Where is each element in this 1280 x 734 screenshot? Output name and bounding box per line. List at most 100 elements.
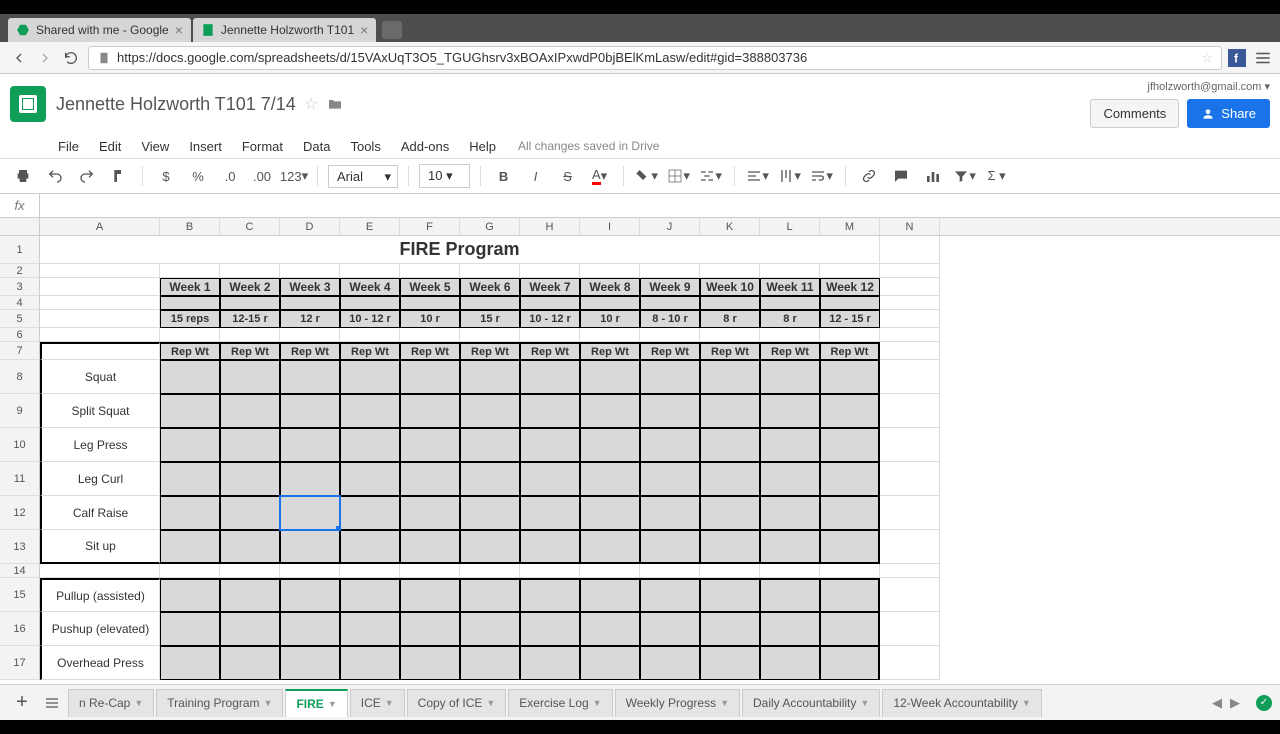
cell[interactable]	[220, 360, 280, 394]
cell[interactable]	[760, 462, 820, 496]
cell[interactable]	[820, 360, 880, 394]
cell[interactable]	[520, 496, 580, 530]
cell[interactable]	[520, 646, 580, 680]
chevron-down-icon[interactable]: ▼	[328, 699, 337, 709]
column-header[interactable]: L	[760, 218, 820, 235]
cell[interactable]	[580, 462, 640, 496]
cell[interactable]	[340, 360, 400, 394]
row-header[interactable]: 4	[0, 296, 40, 310]
cell[interactable]	[880, 264, 940, 278]
sheet-tab[interactable]: Exercise Log▼	[508, 689, 612, 717]
row-header[interactable]: 17	[0, 646, 40, 680]
column-header[interactable]: D	[280, 218, 340, 235]
cell[interactable]	[520, 462, 580, 496]
menu-insert[interactable]: Insert	[179, 135, 232, 158]
merge-icon[interactable]: ▾	[698, 163, 724, 189]
cell[interactable]	[160, 530, 220, 564]
cell[interactable]	[880, 496, 940, 530]
cell[interactable]	[820, 612, 880, 646]
cell[interactable]	[640, 296, 700, 310]
cell[interactable]	[40, 296, 160, 310]
cell[interactable]: Calf Raise	[40, 496, 160, 530]
column-header[interactable]: M	[820, 218, 880, 235]
column-header[interactable]: I	[580, 218, 640, 235]
cell[interactable]	[280, 530, 340, 564]
fill-color-icon[interactable]: ▾	[634, 163, 660, 189]
text-wrap-icon[interactable]: ▾	[809, 163, 835, 189]
cell[interactable]	[220, 428, 280, 462]
cell[interactable]	[400, 264, 460, 278]
cell[interactable]	[700, 296, 760, 310]
cell[interactable]	[820, 296, 880, 310]
cell[interactable]	[820, 564, 880, 578]
chevron-down-icon[interactable]: ▼	[264, 698, 273, 708]
cell[interactable]: Rep Wt	[280, 342, 340, 360]
sheet-tab[interactable]: n Re-Cap▼	[68, 689, 154, 717]
cell[interactable]: Week 5	[400, 278, 460, 296]
row-header[interactable]: 3	[0, 278, 40, 296]
cell[interactable]	[520, 394, 580, 428]
sheet-tab[interactable]: FIRE▼	[285, 689, 347, 717]
cell[interactable]	[280, 564, 340, 578]
cell[interactable]: 8 - 10 r	[640, 310, 700, 328]
currency-icon[interactable]: $	[153, 163, 179, 189]
cell[interactable]	[580, 578, 640, 612]
cell[interactable]	[280, 264, 340, 278]
cell[interactable]	[220, 462, 280, 496]
cell[interactable]: Week 7	[520, 278, 580, 296]
cell[interactable]	[760, 360, 820, 394]
cell[interactable]	[160, 264, 220, 278]
cell[interactable]	[760, 394, 820, 428]
cell[interactable]	[460, 428, 520, 462]
column-header[interactable]: E	[340, 218, 400, 235]
cell[interactable]	[640, 530, 700, 564]
menu-icon[interactable]	[1254, 49, 1272, 67]
star-icon[interactable]: ☆	[304, 94, 318, 114]
cell[interactable]	[640, 394, 700, 428]
cell[interactable]	[280, 646, 340, 680]
cell[interactable]	[880, 360, 940, 394]
cell[interactable]	[160, 296, 220, 310]
cell[interactable]: Split Squat	[40, 394, 160, 428]
cell[interactable]	[280, 296, 340, 310]
cell[interactable]	[280, 578, 340, 612]
cell[interactable]	[700, 428, 760, 462]
sheet-tab[interactable]: Daily Accountability▼	[742, 689, 880, 717]
tab-next-icon[interactable]: ▶	[1230, 695, 1240, 711]
cell[interactable]	[820, 394, 880, 428]
cell[interactable]	[400, 462, 460, 496]
cell[interactable]	[760, 264, 820, 278]
cell[interactable]	[220, 296, 280, 310]
cell[interactable]: Week 9	[640, 278, 700, 296]
cell[interactable]	[700, 612, 760, 646]
cell[interactable]	[400, 612, 460, 646]
font-size-select[interactable]: 10 ▾	[419, 164, 470, 188]
cell[interactable]	[760, 328, 820, 342]
cell[interactable]: Pullup (assisted)	[40, 578, 160, 612]
cell[interactable]	[760, 612, 820, 646]
strikethrough-icon[interactable]: S	[555, 163, 581, 189]
row-header[interactable]: 5	[0, 310, 40, 328]
cell[interactable]	[760, 646, 820, 680]
cell[interactable]: 12 - 15 r	[820, 310, 880, 328]
cell[interactable]	[520, 564, 580, 578]
chevron-down-icon[interactable]: ▼	[720, 698, 729, 708]
cell[interactable]	[460, 530, 520, 564]
cell[interactable]	[160, 462, 220, 496]
cell[interactable]	[580, 646, 640, 680]
cell[interactable]: Rep Wt	[820, 342, 880, 360]
cell[interactable]	[520, 264, 580, 278]
cell[interactable]	[160, 328, 220, 342]
cell[interactable]: Week 3	[280, 278, 340, 296]
cell[interactable]	[220, 328, 280, 342]
grid[interactable]: FIRE ProgramWeek 1Week 2Week 3Week 4Week…	[40, 236, 1280, 680]
cell[interactable]	[820, 646, 880, 680]
cell[interactable]	[580, 394, 640, 428]
cell[interactable]	[580, 496, 640, 530]
row-header[interactable]: 10	[0, 428, 40, 462]
cell[interactable]	[40, 278, 160, 296]
cell[interactable]	[880, 296, 940, 310]
cell[interactable]	[460, 646, 520, 680]
cell[interactable]: 10 - 12 r	[340, 310, 400, 328]
cell[interactable]	[460, 612, 520, 646]
